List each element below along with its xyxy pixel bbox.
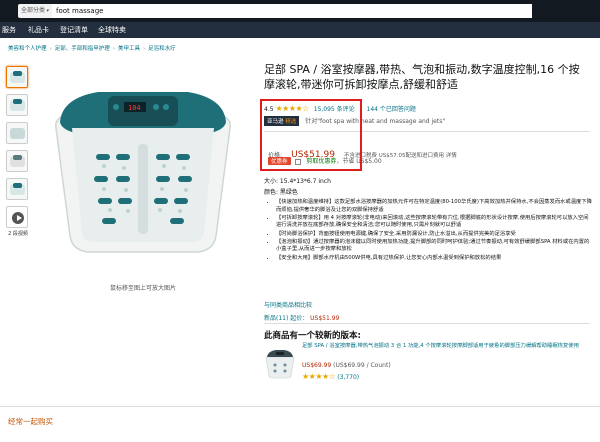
feature-bullet: 【泡泡和振动】通过按摩器的泡沫键以同时使用加热功能,提升脚部的同时呵护体验;通过… [276, 239, 592, 254]
frequently-bought-title: 经常一起购买 [8, 417, 53, 426]
new-offers-price: US$51.99 [310, 315, 340, 322]
newer-version-rating-row: ★★★★☆ (3,770) [302, 372, 359, 381]
nav-bar: 服务 礼品卡 登记清单 全球特卖 [0, 22, 600, 38]
newer-version-image[interactable] [262, 345, 298, 381]
feature-bullets: 【快速加热和温度维持】这款足部水浴按摩器的加热元件可在特定温度(80-100华氏… [270, 199, 592, 263]
top-search-bar: 全部分类 ▾ foot massage [0, 0, 600, 22]
product-main-image[interactable]: 104 [38, 58, 248, 268]
nav-item-registry[interactable]: 登记清单 [60, 22, 88, 38]
breadcrumb-item[interactable]: 足浴和水疗 [148, 46, 176, 52]
highlight-box [260, 99, 362, 171]
new-offers-row: 新品(11) 起价： US$51.99 [264, 313, 339, 322]
thumbnail-1[interactable] [6, 66, 28, 88]
thumbnail-list: 2 段视频 [6, 66, 30, 237]
newer-version-price-row: US$69.99 (US$69.99 / Count) [302, 362, 391, 369]
newer-version-review-count[interactable]: (3,770) [337, 374, 359, 381]
divider [264, 323, 590, 324]
new-offers-link[interactable]: 新品(11) 起价： [264, 315, 308, 322]
compare-link[interactable]: 与同类商品相比较 [264, 300, 312, 309]
newer-version-unit-price: (US$69.99 / Count) [333, 362, 391, 369]
size-info: 大小: 15.4*13*6.7 inch [264, 178, 331, 185]
nav-item-service[interactable]: 服务 [2, 22, 16, 38]
category-label: 全部分类 [21, 7, 46, 14]
breadcrumb: 美容和个人护理 › 足部、手部和指甲护理 › 美甲工具 › 足浴和水疗 [8, 44, 176, 52]
search-input[interactable]: foot massage [52, 4, 532, 18]
feature-bullet: 【可拆卸按摩滚轮】用 4 对按摩滚轮(非电动)来回滚动,这些按摩滚轮带有穴位,根… [276, 215, 592, 230]
breadcrumb-separator: › [142, 46, 146, 52]
newer-version-title: 此商品有一个较新的版本: [264, 331, 361, 341]
svg-text:104: 104 [128, 104, 141, 112]
thumbnail-5[interactable] [6, 178, 28, 200]
breadcrumb-separator: › [112, 46, 115, 52]
feature-bullet: 【安全和大用】脚部水疗机由500W供电,具有过热保护,让您安心内部水温受到保护和… [276, 255, 592, 263]
feature-bullet: 【时尚脚浴保护】背面按钮使用电源键,确保了安全,采用防漏设计,防止水溢出,从而提… [276, 231, 592, 239]
newer-version-link[interactable]: 足部 SPA / 浴室按摩器,带热气泡振动 3 合 1 功能,4 个按摩滚轮按摩… [302, 343, 592, 351]
breadcrumb-item[interactable]: 足部、手部和指甲护理 [55, 46, 110, 52]
video-count-label: 2 段视频 [8, 231, 28, 237]
breadcrumb-item[interactable]: 美甲工具 [118, 46, 140, 52]
newer-version-price: US$69.99 [302, 362, 332, 369]
breadcrumb-item[interactable]: 美容和个人护理 [8, 46, 47, 52]
nav-item-gift-card[interactable]: 礼品卡 [28, 22, 49, 38]
nav-item-global-deals[interactable]: 全球特卖 [98, 22, 126, 38]
answered-questions-link[interactable]: 144 个已回答问题 [367, 106, 416, 113]
feature-bullet: 【快速加热和温度维持】这款足部水浴按摩器的加热元件可在特定温度(80-100华氏… [276, 199, 592, 214]
thumbnail-3[interactable] [6, 122, 28, 144]
chevron-down-icon: ▾ [46, 8, 49, 14]
breadcrumb-separator: › [49, 46, 52, 52]
product-title: 足部 SPA / 浴室按摩器,带热、气泡和振动,数字温度控制,16 个按摩滚轮,… [264, 63, 580, 91]
color-info: 颜色: 黑绿色 [264, 189, 298, 196]
category-select[interactable]: 全部分类 ▾ [18, 4, 52, 18]
section-divider [0, 406, 600, 407]
thumbnail-4[interactable] [6, 150, 28, 172]
star-rating-icon[interactable]: ★★★★☆ [302, 372, 336, 381]
zoom-hint: 鼠标移至图上可放大图片 [109, 285, 176, 292]
video-thumbnail[interactable] [6, 206, 28, 228]
thumbnail-2[interactable] [6, 94, 28, 116]
play-icon [12, 212, 24, 224]
